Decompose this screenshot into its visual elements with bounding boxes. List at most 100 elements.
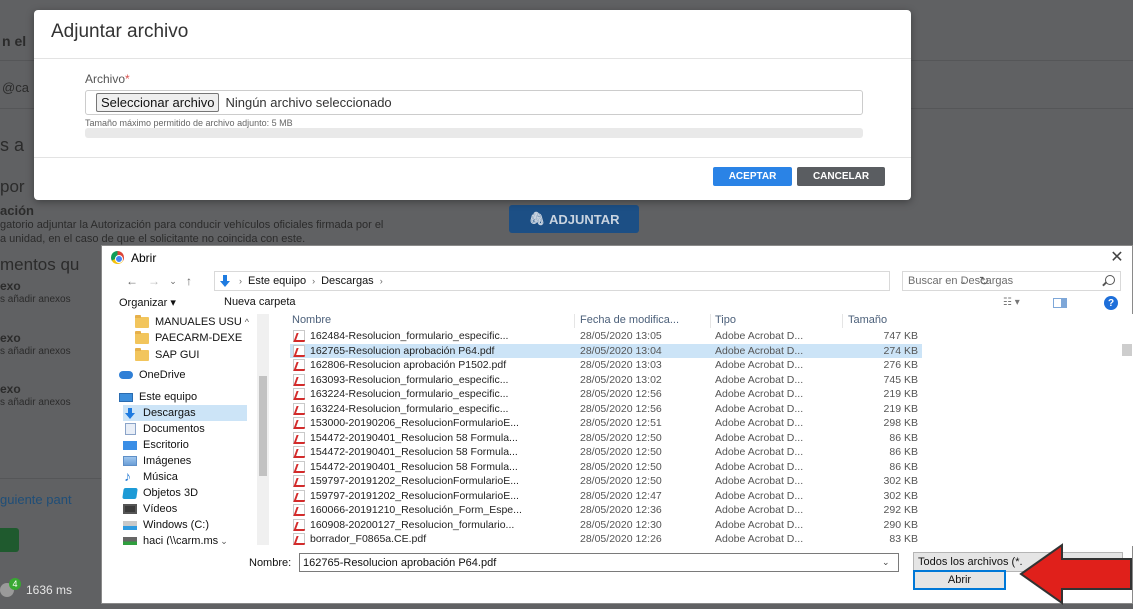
up-arrow-icon[interactable]: ↑: [181, 273, 197, 289]
search-placeholder: Buscar en Descargas: [908, 275, 1014, 287]
file-row[interactable]: 154472-20190401_Resolucion 58 Formula...…: [290, 445, 922, 459]
file-row[interactable]: 162484-Resolucion_formulario_especific..…: [290, 329, 922, 343]
view-options-icon[interactable]: ☷ ▾: [1003, 297, 1020, 308]
nav-item-escritorio[interactable]: Escritorio: [123, 437, 189, 453]
file-size: 745 KB: [883, 373, 918, 386]
file-row[interactable]: 162765-Resolucion aprobación P64.pdf 28/0…: [290, 343, 922, 358]
file-row[interactable]: 159797-20191202_ResolucionFormularioE...…: [290, 474, 922, 488]
file-row[interactable]: 153000-20190206_ResolucionFormularioE...…: [290, 416, 922, 430]
open-file-dialog: Abrir ✕ ← → ⌄ ↑ › Este equipo › Descarga…: [101, 245, 1133, 604]
nav-item-onedrive[interactable]: OneDrive: [119, 367, 185, 383]
modal-divider: [34, 58, 911, 59]
address-bar[interactable]: › Este equipo › Descargas › ⌄ ↻: [214, 271, 989, 291]
file-row[interactable]: 160066-20191210_Resolución_Form_Espe... 2…: [290, 503, 922, 517]
nav-item-sap-gui[interactable]: SAP GUI: [135, 347, 199, 363]
address-row: ← → ⌄ ↑ › Este equipo › Descargas › ⌄ ↻ …: [102, 270, 1132, 292]
file-name: 159797-20191202_ResolucionFormularioE...: [310, 475, 519, 487]
file-row[interactable]: 160908-20200127_Resolucion_formulario...…: [290, 518, 922, 532]
file-date: 28/05/2020 12:50: [580, 431, 662, 444]
file-type: Adobe Acrobat D...: [715, 533, 804, 545]
nav-item-label: PAECARM-DEXE: [155, 332, 243, 344]
breadcrumb-descargas[interactable]: Descargas: [321, 275, 374, 287]
file-date: 28/05/2020 13:02: [580, 373, 662, 386]
nav-item-windows-c[interactable]: Windows (C:): [123, 517, 209, 533]
file-name: 163224-Resolucion_formulario_especific..…: [310, 388, 509, 400]
bg-anexo-sub: s añadir anexos: [0, 346, 71, 357]
file-type: Adobe Acrobat D...: [715, 359, 804, 371]
nav-item-objetos-3d[interactable]: Objetos 3D: [122, 485, 199, 501]
nav-item-manuales[interactable]: MANUALES USU ^: [135, 314, 249, 330]
file-row[interactable]: 162806-Resolucion aprobación P1502.pdf 28…: [290, 358, 922, 372]
recent-locations-icon[interactable]: ⌄: [165, 273, 181, 289]
back-arrow-icon[interactable]: ←: [124, 273, 140, 289]
chrome-icon: [111, 251, 124, 264]
column-header-type[interactable]: Tipo: [715, 314, 736, 326]
file-row[interactable]: 163093-Resolucion_formulario_especific..…: [290, 373, 922, 387]
nav-item-imagenes[interactable]: Imágenes: [123, 453, 191, 469]
filename-history-chevron-icon[interactable]: ⌄: [882, 557, 890, 568]
preview-pane-icon[interactable]: [1053, 298, 1067, 308]
file-name: borrador_F0865a.CE.pdf: [310, 533, 427, 545]
column-separator: [710, 314, 711, 328]
file-size: 86 KB: [889, 431, 918, 444]
file-name: 163224-Resolucion_formulario_especific..…: [310, 402, 509, 415]
column-header-name[interactable]: Nombre: [292, 314, 331, 326]
file-size: 302 KB: [883, 489, 918, 502]
file-status: Ningún archivo seleccionado: [225, 95, 392, 110]
dialog-title: Abrir: [131, 251, 157, 265]
open-button[interactable]: Abrir: [913, 570, 1006, 590]
nav-item-este-equipo[interactable]: Este equipo: [119, 389, 197, 405]
computer-icon: [119, 392, 133, 402]
nav-item-musica[interactable]: Música: [123, 468, 178, 485]
objects-3d-icon: [122, 487, 138, 499]
cancel-button[interactable]: CANCELAR: [797, 167, 885, 186]
close-icon[interactable]: ✕: [1106, 246, 1128, 268]
desktop-icon: [123, 440, 137, 450]
nav-item-haci[interactable]: haci (\\carm.ms ⌄: [123, 533, 228, 545]
file-size: 747 KB: [883, 330, 918, 342]
file-row[interactable]: 154472-20190401_Resolucion 58 Formula...…: [290, 460, 922, 474]
nav-item-label: Escritorio: [143, 439, 189, 451]
column-header-size[interactable]: Tamaño: [848, 314, 887, 326]
new-folder-button[interactable]: Nueva carpeta: [224, 296, 296, 308]
nav-item-documentos[interactable]: Documentos: [123, 421, 205, 437]
bg-next-link: guiente pant: [0, 492, 72, 507]
organize-menu[interactable]: Organizar ▾: [119, 296, 176, 309]
nav-item-label: Descargas: [143, 407, 196, 419]
file-name: 160066-20191210_Resolución_Form_Espe...: [310, 504, 522, 516]
file-input[interactable]: Seleccionar archivo Ningún archivo selec…: [85, 90, 863, 115]
downloads-icon: [123, 407, 137, 419]
nav-scrollbar-thumb[interactable]: [259, 376, 267, 476]
file-date: 28/05/2020 12:26: [580, 533, 662, 545]
file-list-scrollbar-thumb[interactable]: [1122, 344, 1132, 356]
file-row[interactable]: borrador_F0865a.CE.pdf 28/05/2020 12:26 Ad…: [290, 532, 922, 546]
folder-icon: [135, 314, 149, 328]
forward-arrow-icon[interactable]: →: [146, 273, 162, 289]
file-name: 162806-Resolucion aprobación P1502.pdf: [310, 359, 507, 371]
file-size: 219 KB: [883, 388, 918, 400]
nav-item-videos[interactable]: Vídeos: [123, 501, 177, 517]
search-icon: [1105, 275, 1115, 285]
file-row[interactable]: 154472-20190401_Resolucion 58 Formula...…: [290, 431, 922, 445]
accept-button[interactable]: ACEPTAR: [713, 167, 792, 186]
chevron-right-icon: ›: [239, 276, 242, 286]
help-icon[interactable]: ?: [1104, 296, 1118, 310]
nav-item-label: Vídeos: [143, 503, 178, 515]
column-header-date[interactable]: Fecha de modifica...: [580, 314, 679, 326]
breadcrumb-este-equipo[interactable]: Este equipo: [248, 275, 306, 287]
nav-item-descargas[interactable]: Descargas: [123, 405, 247, 421]
search-input[interactable]: Buscar en Descargas: [902, 271, 1121, 291]
required-mark: *: [125, 72, 130, 86]
select-file-button[interactable]: Seleccionar archivo: [96, 93, 220, 112]
file-name: 162765-Resolucion aprobación P64.pdf: [310, 344, 495, 357]
file-row[interactable]: 159797-20191202_ResolucionFormularioE...…: [290, 489, 922, 503]
file-type: Adobe Acrobat D...: [715, 446, 804, 458]
modal-title: Adjuntar archivo: [51, 21, 189, 42]
filename-input[interactable]: 162765-Resolucion aprobación P64.pdf: [299, 553, 899, 572]
file-row[interactable]: 163224-Resolucion_formulario_especific..…: [290, 402, 922, 416]
navigation-pane: MANUALES USU ^ PAECARM-DEXE SAP GUI OneDr…: [111, 314, 269, 545]
file-row[interactable]: 163224-Resolucion_formulario_especific..…: [290, 387, 922, 401]
nav-item-paecarm[interactable]: PAECARM-DEXE: [135, 330, 242, 346]
nav-item-label: Objetos 3D: [143, 487, 199, 499]
chevron-right-icon: ›: [379, 276, 383, 286]
